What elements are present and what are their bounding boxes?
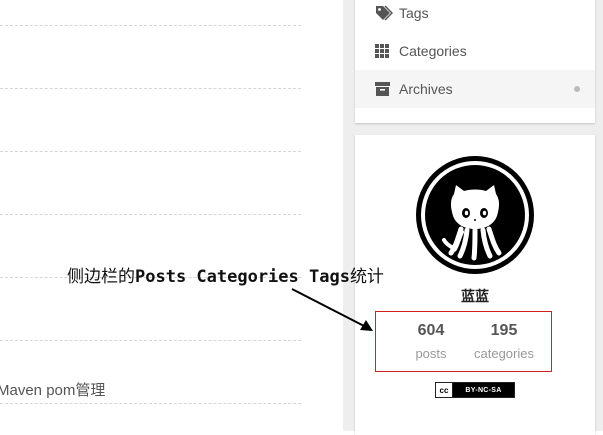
post-divider <box>0 340 301 341</box>
post-divider <box>0 25 301 26</box>
categories-stat[interactable]: 195 categories <box>466 322 542 361</box>
author-name: 蓝蓝 <box>461 288 489 304</box>
menu-item-label: Tags <box>399 5 429 21</box>
archive-icon <box>375 82 395 96</box>
avatar[interactable] <box>414 154 536 276</box>
menu-item-archives[interactable]: Archives <box>355 70 595 108</box>
post-divider <box>0 214 301 215</box>
author-profile-card: 蓝蓝 604 posts 195 categories cc BY-NC-SA <box>355 135 595 435</box>
categories-label: categories <box>474 346 534 361</box>
posts-stat[interactable]: 604 posts <box>411 322 451 361</box>
main-content: Maven pom管理 <box>0 0 343 431</box>
posts-label: posts <box>415 346 447 361</box>
post-divider <box>0 403 301 404</box>
annotation-suffix: 统计 <box>349 267 384 287</box>
post-divider <box>0 151 301 152</box>
active-indicator-dot <box>574 86 580 92</box>
menu-item-categories[interactable]: Categories <box>355 32 595 70</box>
menu-item-label: Categories <box>399 43 467 59</box>
creative-commons-icon: cc <box>436 383 453 397</box>
posts-count: 604 <box>417 322 445 339</box>
menu-item-tags[interactable]: Tags <box>355 0 595 32</box>
sidebar-menu: Tags Categories Archives <box>355 0 595 123</box>
tags-icon <box>375 5 395 21</box>
categories-count: 195 <box>490 322 518 339</box>
license-text: BY-NC-SA <box>453 383 514 397</box>
annotation-prefix: 侧边栏的 <box>67 267 135 287</box>
annotation-latin: Posts Categories Tags <box>135 267 350 287</box>
th-icon <box>375 44 395 58</box>
cc-license-badge[interactable]: cc BY-NC-SA <box>435 382 515 398</box>
post-divider <box>0 88 301 89</box>
annotation-label: 侧边栏的Posts Categories Tags统计 <box>67 262 384 287</box>
menu-item-label: Archives <box>399 81 453 97</box>
site-stats: 604 posts 195 categories <box>375 311 552 372</box>
post-title-link[interactable]: Maven pom管理 <box>0 379 105 400</box>
github-octocat-icon <box>416 156 534 274</box>
